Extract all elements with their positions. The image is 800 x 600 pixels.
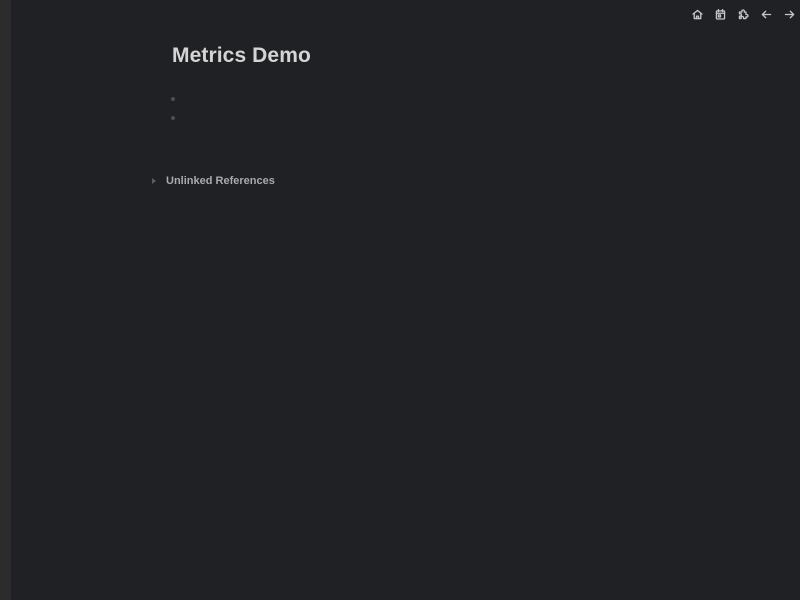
home-icon: [691, 9, 703, 19]
left-sidebar-strip[interactable]: [0, 0, 11, 600]
app-window: Metrics Demo Unlinked References: [0, 0, 800, 600]
forward-button[interactable]: [778, 6, 800, 22]
block-bullet[interactable]: [171, 116, 175, 120]
top-toolbar: [685, 6, 800, 22]
home-button[interactable]: [686, 6, 708, 22]
puzzle-icon: [738, 8, 749, 19]
back-button[interactable]: [755, 6, 777, 22]
arrow-right-icon: [784, 10, 794, 18]
caret-right-icon[interactable]: [152, 178, 156, 184]
unlinked-references-toggle[interactable]: Unlinked References: [150, 173, 275, 189]
unlinked-references-label[interactable]: Unlinked References: [166, 175, 275, 187]
block-bullet[interactable]: [171, 97, 175, 101]
calendar-icon: [715, 8, 725, 20]
arrow-left-icon: [761, 10, 771, 18]
plugins-button[interactable]: [732, 6, 754, 22]
page-title[interactable]: Metrics Demo: [172, 44, 311, 68]
journals-button[interactable]: [709, 6, 731, 22]
